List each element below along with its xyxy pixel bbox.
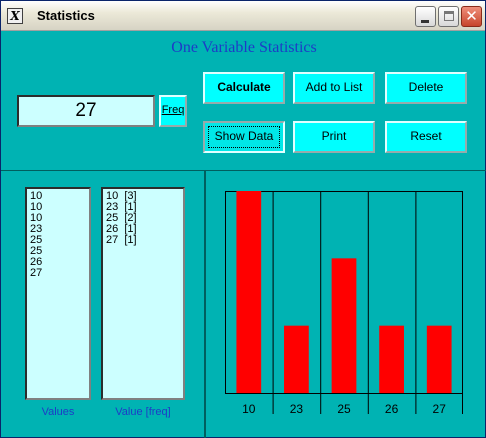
values-caption: Values bbox=[41, 406, 75, 418]
value-input[interactable]: 27 bbox=[17, 95, 155, 127]
page-title: One Variable Statistics bbox=[171, 39, 317, 56]
x-tick-label: 26 bbox=[385, 402, 399, 415]
freq-button[interactable]: Freq bbox=[159, 95, 187, 127]
bar bbox=[379, 325, 404, 393]
bar bbox=[236, 191, 262, 393]
delete-button[interactable]: Delete bbox=[385, 72, 467, 104]
calculate-button[interactable]: Calculate bbox=[203, 72, 285, 104]
x-tick-label: 23 bbox=[290, 402, 304, 415]
minimize-button[interactable] bbox=[415, 6, 436, 27]
section-divider bbox=[1, 170, 486, 171]
values-listbox[interactable]: 10 10 10 23 25 25 26 27 bbox=[25, 187, 91, 400]
statistics-window: X Statistics ✕ One Variable Statistics 2… bbox=[0, 0, 486, 438]
bar bbox=[331, 258, 357, 393]
show-data-button[interactable]: Show Data bbox=[203, 121, 285, 153]
close-icon: ✕ bbox=[465, 7, 478, 25]
app-icon[interactable]: X bbox=[7, 8, 23, 24]
close-button[interactable]: ✕ bbox=[461, 6, 482, 27]
maximize-button[interactable] bbox=[438, 6, 459, 27]
maximize-icon bbox=[444, 11, 454, 21]
reset-button[interactable]: Reset bbox=[385, 121, 467, 153]
title-bar[interactable]: X Statistics ✕ bbox=[1, 1, 485, 31]
print-button[interactable]: Print bbox=[293, 121, 375, 153]
bar bbox=[284, 325, 309, 393]
panel-divider bbox=[204, 171, 206, 438]
x-tick-label: 25 bbox=[337, 402, 351, 415]
list-item[interactable]: 27 [1] bbox=[106, 235, 180, 246]
minimize-icon bbox=[421, 20, 429, 23]
add-to-list-button[interactable]: Add to List bbox=[293, 72, 375, 104]
freq-caption: Value [freq] bbox=[115, 406, 171, 418]
x-tick-label: 10 bbox=[242, 402, 256, 415]
list-item[interactable]: 27 bbox=[30, 268, 86, 279]
frequency-bar-chart: 10 23 25 26 27 bbox=[225, 191, 463, 415]
x-tick-label: 27 bbox=[433, 402, 447, 415]
bar bbox=[426, 325, 452, 393]
window-title: Statistics bbox=[37, 8, 95, 23]
freq-listbox[interactable]: 10 [3] 23 [1] 25 [2] 26 [1] 27 [1] bbox=[101, 187, 185, 400]
